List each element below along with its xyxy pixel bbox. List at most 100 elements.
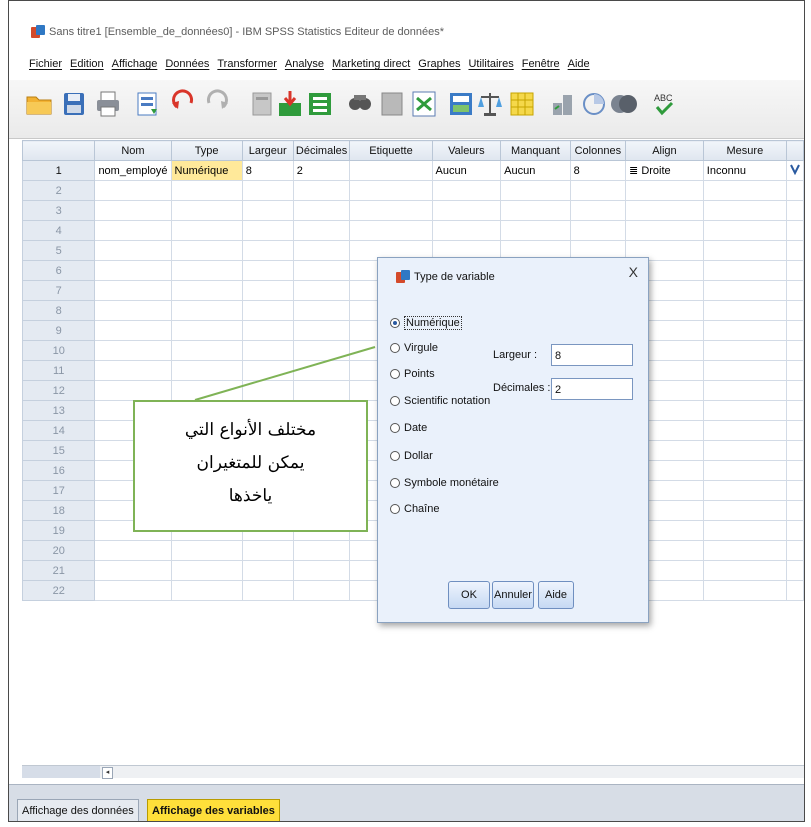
radio-dollar[interactable]: Dollar bbox=[390, 450, 433, 462]
insert-variable-icon[interactable] bbox=[409, 89, 439, 119]
empty-cell[interactable] bbox=[625, 180, 704, 201]
empty-cell[interactable] bbox=[431, 180, 502, 201]
empty-cell[interactable] bbox=[702, 520, 787, 541]
empty-cell[interactable] bbox=[292, 380, 351, 401]
empty-cell[interactable] bbox=[94, 300, 172, 321]
empty-cell[interactable] bbox=[702, 340, 787, 361]
empty-cell[interactable] bbox=[702, 500, 787, 521]
empty-cell[interactable] bbox=[785, 560, 804, 581]
save-icon[interactable] bbox=[59, 89, 89, 119]
row-number[interactable]: 19 bbox=[22, 520, 96, 541]
empty-cell[interactable] bbox=[94, 280, 172, 301]
col-header-manquant[interactable]: Manquant bbox=[500, 140, 571, 161]
scroll-left-arrow-icon[interactable]: ◂ bbox=[102, 767, 113, 779]
menu-aide[interactable]: Aide bbox=[568, 58, 590, 78]
empty-cell[interactable] bbox=[625, 220, 704, 241]
empty-cell[interactable] bbox=[702, 480, 787, 501]
cell-valeurs[interactable]: Aucun bbox=[431, 160, 502, 181]
menu-utilitaires[interactable]: Utilitaires bbox=[468, 58, 513, 78]
row-number[interactable]: 4 bbox=[22, 220, 96, 241]
empty-cell[interactable] bbox=[241, 340, 294, 361]
row-number[interactable]: 8 bbox=[22, 300, 96, 321]
empty-cell[interactable] bbox=[94, 260, 172, 281]
undo-icon[interactable] bbox=[169, 89, 199, 119]
radio-icon[interactable] bbox=[390, 451, 400, 461]
menu-graphes[interactable]: Graphes bbox=[418, 58, 460, 78]
empty-cell[interactable] bbox=[170, 260, 243, 281]
radio-icon[interactable] bbox=[390, 423, 400, 433]
empty-cell[interactable] bbox=[702, 180, 787, 201]
insert-cases-icon[interactable] bbox=[377, 89, 407, 119]
empty-cell[interactable] bbox=[702, 280, 787, 301]
empty-cell[interactable] bbox=[241, 300, 294, 321]
cell-align[interactable]: ≣ Droite bbox=[625, 160, 704, 181]
empty-cell[interactable] bbox=[785, 400, 804, 421]
row-number[interactable]: 1 bbox=[22, 160, 96, 181]
empty-cell[interactable] bbox=[702, 300, 787, 321]
row-number[interactable]: 18 bbox=[22, 500, 96, 521]
empty-cell[interactable] bbox=[702, 240, 787, 261]
radio-icon[interactable] bbox=[390, 369, 400, 379]
spell-check-icon[interactable]: ABC bbox=[649, 89, 679, 119]
empty-cell[interactable] bbox=[292, 200, 351, 221]
menu-fichier[interactable]: Fichier bbox=[29, 58, 62, 78]
row-number[interactable]: 9 bbox=[22, 320, 96, 341]
empty-cell[interactable] bbox=[785, 520, 804, 541]
cell-decimales[interactable]: 2 bbox=[292, 160, 351, 181]
empty-cell[interactable] bbox=[170, 320, 243, 341]
empty-cell[interactable] bbox=[349, 200, 433, 221]
empty-cell[interactable] bbox=[785, 180, 804, 201]
empty-cell[interactable] bbox=[785, 480, 804, 501]
empty-cell[interactable] bbox=[94, 240, 172, 261]
decimales-field[interactable]: 2 bbox=[551, 378, 633, 400]
goto-case-icon[interactable] bbox=[247, 89, 277, 119]
empty-cell[interactable] bbox=[785, 320, 804, 341]
radio-virgule[interactable]: Virgule bbox=[390, 342, 438, 354]
col-header-largeur[interactable]: Largeur bbox=[241, 140, 294, 161]
empty-cell[interactable] bbox=[785, 420, 804, 441]
show-all-icon[interactable] bbox=[609, 89, 639, 119]
empty-cell[interactable] bbox=[170, 180, 243, 201]
row-number[interactable]: 21 bbox=[22, 560, 96, 581]
empty-cell[interactable] bbox=[702, 420, 787, 441]
col-header-overflow[interactable] bbox=[785, 140, 804, 161]
row-number[interactable]: 6 bbox=[22, 260, 96, 281]
empty-cell[interactable] bbox=[500, 200, 571, 221]
menu-marketing-direct[interactable]: Marketing direct bbox=[332, 58, 410, 78]
empty-cell[interactable] bbox=[785, 500, 804, 521]
use-sets-icon[interactable] bbox=[579, 89, 609, 119]
empty-cell[interactable] bbox=[349, 220, 433, 241]
empty-cell[interactable] bbox=[241, 560, 294, 581]
col-header-valeurs[interactable]: Valeurs bbox=[431, 140, 502, 161]
col-header-mesure[interactable]: Mesure bbox=[702, 140, 787, 161]
empty-cell[interactable] bbox=[94, 580, 172, 601]
empty-cell[interactable] bbox=[431, 220, 502, 241]
empty-cell[interactable] bbox=[785, 340, 804, 361]
split-file-icon[interactable] bbox=[446, 89, 476, 119]
redo-icon[interactable] bbox=[201, 89, 231, 119]
radio-points[interactable]: Points bbox=[390, 368, 435, 380]
empty-cell[interactable] bbox=[569, 180, 627, 201]
open-folder-icon[interactable] bbox=[24, 89, 54, 119]
select-cases-icon[interactable] bbox=[507, 89, 537, 119]
cell-largeur[interactable]: 8 bbox=[241, 160, 294, 181]
empty-cell[interactable] bbox=[431, 200, 502, 221]
menu-transformer[interactable]: Transformer bbox=[217, 58, 277, 78]
col-header-nom[interactable]: Nom bbox=[94, 140, 172, 161]
empty-cell[interactable] bbox=[569, 220, 627, 241]
empty-cell[interactable] bbox=[702, 540, 787, 561]
empty-cell[interactable] bbox=[170, 360, 243, 381]
empty-cell[interactable] bbox=[94, 200, 172, 221]
empty-cell[interactable] bbox=[170, 200, 243, 221]
empty-cell[interactable] bbox=[241, 260, 294, 281]
row-number[interactable]: 17 bbox=[22, 480, 96, 501]
radio-date[interactable]: Date bbox=[390, 422, 427, 434]
empty-cell[interactable] bbox=[94, 360, 172, 381]
empty-cell[interactable] bbox=[241, 360, 294, 381]
empty-cell[interactable] bbox=[702, 580, 787, 601]
empty-cell[interactable] bbox=[241, 240, 294, 261]
print-icon[interactable] bbox=[93, 89, 123, 119]
value-labels-icon[interactable] bbox=[549, 89, 579, 119]
empty-cell[interactable] bbox=[94, 180, 172, 201]
empty-cell[interactable] bbox=[785, 460, 804, 481]
